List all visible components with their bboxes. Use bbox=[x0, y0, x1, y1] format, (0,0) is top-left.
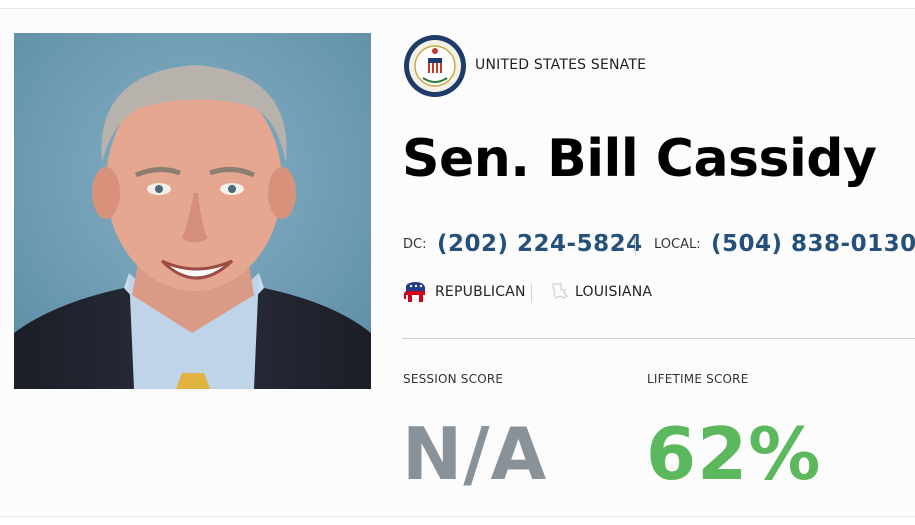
lifetime-score-label: LIFETIME SCORE bbox=[647, 372, 749, 386]
republican-elephant-icon bbox=[403, 281, 427, 303]
dc-phone-label: DC: bbox=[403, 237, 427, 252]
senator-portrait bbox=[14, 33, 371, 389]
party-state-row: REPUBLICAN LOUISIANA bbox=[403, 280, 803, 304]
local-phone-link[interactable]: (504) 838-0130 bbox=[711, 231, 915, 257]
phone-row: DC: (202) 224-5824 LOCAL: (504) 838-0130 bbox=[403, 231, 915, 262]
state-label: LOUISIANA bbox=[575, 284, 653, 300]
chamber-label: UNITED STATES SENATE bbox=[475, 57, 647, 73]
local-phone-label: LOCAL: bbox=[654, 237, 701, 252]
party-label: REPUBLICAN bbox=[435, 284, 526, 300]
phone-separator bbox=[635, 236, 636, 256]
dc-phone-link[interactable]: (202) 224-5824 bbox=[437, 231, 643, 257]
section-divider bbox=[402, 338, 915, 339]
session-score-value: N/A bbox=[402, 412, 548, 496]
session-score-label: SESSION SCORE bbox=[403, 372, 504, 386]
lifetime-score-value: 62% bbox=[646, 412, 822, 496]
senator-name: Sen. Bill Cassidy bbox=[402, 129, 877, 189]
senate-seal-icon bbox=[403, 34, 467, 98]
louisiana-state-icon bbox=[551, 282, 569, 300]
party-separator bbox=[531, 283, 532, 303]
bottom-border bbox=[0, 516, 915, 517]
